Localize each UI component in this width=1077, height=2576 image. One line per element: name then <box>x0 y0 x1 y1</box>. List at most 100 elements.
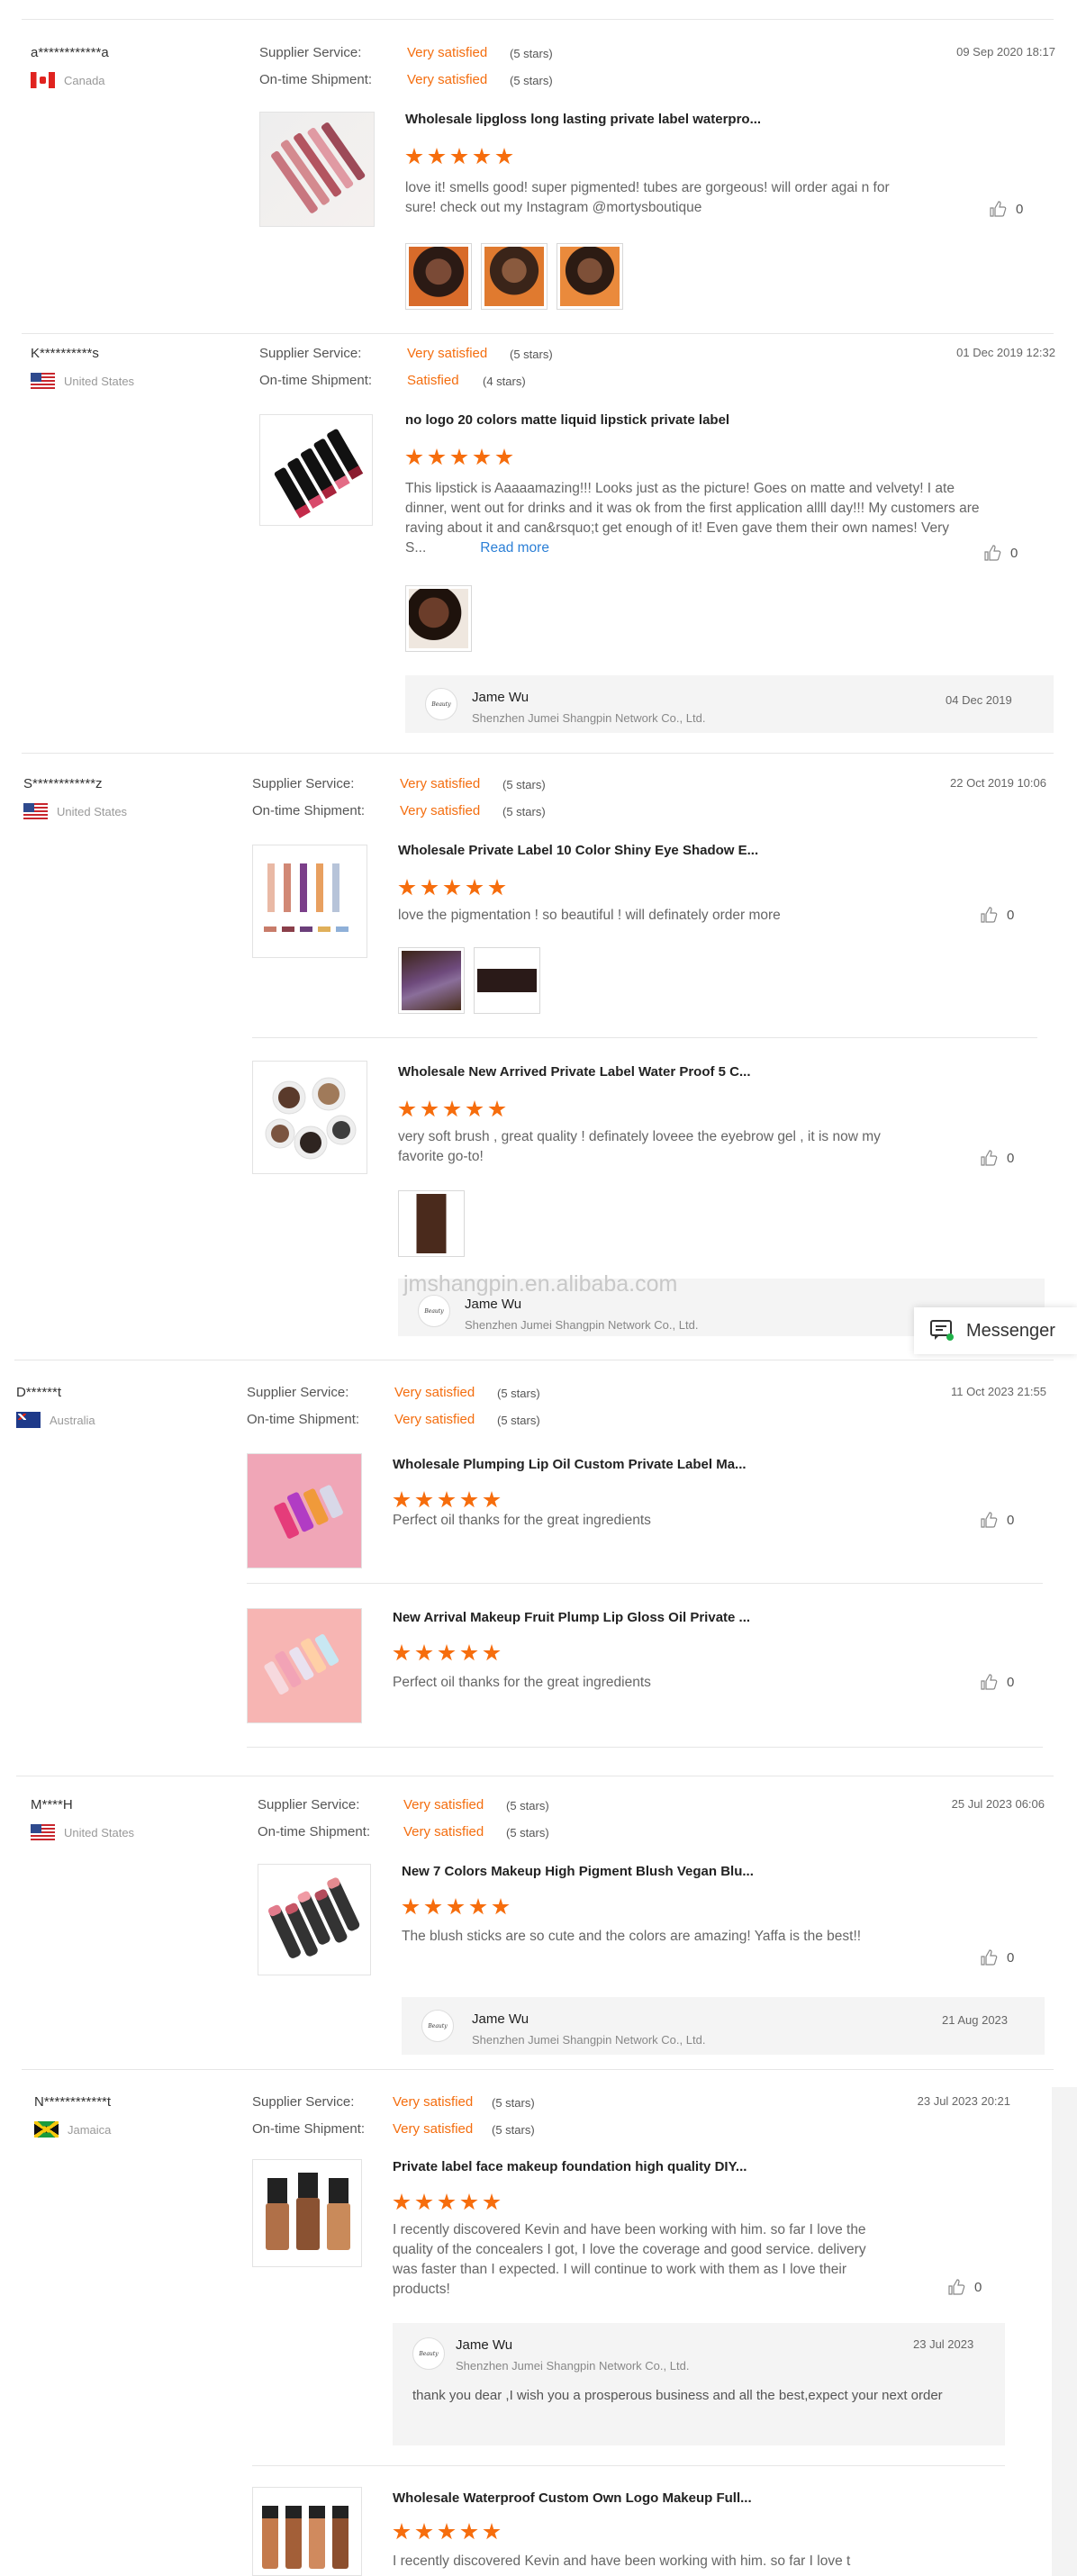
messenger-button[interactable]: Messenger <box>914 1307 1077 1354</box>
star-icon <box>473 148 491 165</box>
messenger-label: Messenger <box>966 1320 1055 1341</box>
buyer-country: Australia <box>16 1412 95 1428</box>
product-thumbnail[interactable] <box>247 1608 362 1723</box>
supplier-service-label: Supplier Service: <box>259 346 362 361</box>
review-photo[interactable] <box>405 243 472 310</box>
product-title-link[interactable]: New Arrival Makeup Fruit Plump Lip Gloss… <box>393 1610 750 1625</box>
country-label: United States <box>57 804 128 818</box>
country-label: Australia <box>50 1413 95 1427</box>
star-icon <box>488 1100 506 1117</box>
review-photo[interactable] <box>481 243 548 310</box>
like-button[interactable]: 0 <box>980 1149 1014 1167</box>
product-thumbnail[interactable] <box>258 1864 371 1975</box>
read-more-link[interactable]: Read more <box>480 540 549 556</box>
star-icon <box>488 879 506 896</box>
supplier-service-label: Supplier Service: <box>247 1385 349 1400</box>
product-rating-stars <box>393 1644 501 1662</box>
jamaica-flag-icon <box>34 2121 59 2138</box>
product-title-link[interactable]: no logo 20 colors matte liquid lipstick … <box>405 412 729 428</box>
review-photo[interactable] <box>405 585 472 652</box>
product-rating-stars <box>393 2193 501 2211</box>
product-thumbnail[interactable] <box>252 1061 367 1174</box>
scrollbar-track[interactable] <box>1052 2087 1077 2576</box>
star-icon <box>495 448 513 465</box>
review-photo[interactable] <box>398 1190 465 1257</box>
review-photo[interactable] <box>398 947 465 1014</box>
thumbs-up-icon <box>980 1149 998 1167</box>
product-title-link[interactable]: Wholesale New Arrived Private Label Wate… <box>398 1064 751 1080</box>
star-icon <box>405 448 423 465</box>
on-time-shipment-stars: (5 stars) <box>502 805 546 818</box>
star-icon <box>438 1491 456 1508</box>
like-button[interactable]: 0 <box>980 1673 1014 1691</box>
on-time-shipment-value: Very satisfied <box>394 1412 475 1427</box>
country-label: Jamaica <box>68 2122 112 2137</box>
like-button[interactable]: 0 <box>980 1511 1014 1529</box>
review-comment: Perfect oil thanks for the great ingredi… <box>393 1675 651 1690</box>
review-divider <box>22 2069 1054 2070</box>
product-title-link[interactable]: Wholesale Plumping Lip Oil Custom Privat… <box>393 1457 747 1472</box>
product-thumbnail[interactable] <box>252 845 367 958</box>
usa-flag-icon <box>31 1824 55 1840</box>
thumbs-up-icon <box>983 544 1001 562</box>
thumbs-up-icon <box>980 1673 998 1691</box>
on-time-shipment-value: Very satisfied <box>393 2121 474 2137</box>
product-thumbnail[interactable] <box>259 112 375 227</box>
buyer-country: Canada <box>31 72 105 88</box>
on-time-shipment-value: Very satisfied <box>403 1824 484 1839</box>
reply-seller-name: Jame Wu <box>456 2337 513 2353</box>
star-icon <box>424 1898 442 1915</box>
star-icon <box>421 879 439 896</box>
thumbs-up-icon <box>980 906 998 924</box>
like-button[interactable]: 0 <box>947 2278 982 2296</box>
supplier-service-value: Very satisfied <box>407 45 488 60</box>
review-comment: I recently discovered Kevin and have bee… <box>393 2553 851 2569</box>
review-divider <box>22 753 1054 754</box>
supplier-service-stars: (5 stars) <box>510 348 553 361</box>
product-rating-stars <box>405 448 513 466</box>
supplier-service-stars: (5 stars) <box>510 47 553 60</box>
review-photo[interactable] <box>474 947 540 1014</box>
like-count: 0 <box>1007 1674 1015 1690</box>
thumbs-up-icon <box>947 2278 965 2296</box>
product-rating-stars <box>393 2523 501 2541</box>
product-rating-stars <box>393 1491 501 1509</box>
review-date: 22 Oct 2019 10:06 <box>950 776 1046 790</box>
on-time-shipment-stars: (5 stars) <box>510 74 553 87</box>
product-thumbnail[interactable] <box>252 2487 362 2576</box>
product-title-link[interactable]: Private label face makeup foundation hig… <box>393 2159 747 2174</box>
like-button[interactable]: 0 <box>980 1948 1014 1966</box>
product-title-link[interactable]: New 7 Colors Makeup High Pigment Blush V… <box>402 1864 754 1879</box>
star-icon <box>460 1491 478 1508</box>
country-label: United States <box>64 374 135 388</box>
star-icon <box>393 2193 411 2210</box>
star-icon <box>460 2523 478 2540</box>
seller-logo: Beauty <box>421 2010 454 2042</box>
buyer-name: a************a <box>31 45 109 60</box>
like-button[interactable]: 0 <box>989 200 1023 218</box>
star-icon <box>483 1491 501 1508</box>
thumbs-up-icon <box>989 200 1007 218</box>
australia-flag-icon <box>16 1412 41 1428</box>
star-icon <box>460 1644 478 1661</box>
supplier-service-label: Supplier Service: <box>252 776 355 791</box>
buyer-country: Jamaica <box>34 2121 111 2138</box>
star-icon <box>398 1100 416 1117</box>
review-comment: The blush sticks are so cute and the col… <box>402 1929 862 1944</box>
product-title-link[interactable]: Wholesale lipgloss long lasting private … <box>405 112 761 127</box>
product-title-link[interactable]: Wholesale Private Label 10 Color Shiny E… <box>398 843 758 858</box>
supplier-service-label: Supplier Service: <box>259 45 362 60</box>
review-photo[interactable] <box>557 243 623 310</box>
product-thumbnail[interactable] <box>252 2159 362 2267</box>
like-count: 0 <box>974 2279 982 2295</box>
like-button[interactable]: 0 <box>983 544 1018 562</box>
star-icon <box>473 448 491 465</box>
product-thumbnail[interactable] <box>259 414 373 526</box>
star-icon <box>421 1100 439 1117</box>
product-title-link[interactable]: Wholesale Waterproof Custom Own Logo Mak… <box>393 2490 752 2506</box>
like-button[interactable]: 0 <box>980 906 1014 924</box>
buyer-name: S************z <box>23 776 103 791</box>
star-icon <box>443 879 461 896</box>
review-divider <box>22 333 1054 334</box>
product-thumbnail[interactable] <box>247 1453 362 1568</box>
